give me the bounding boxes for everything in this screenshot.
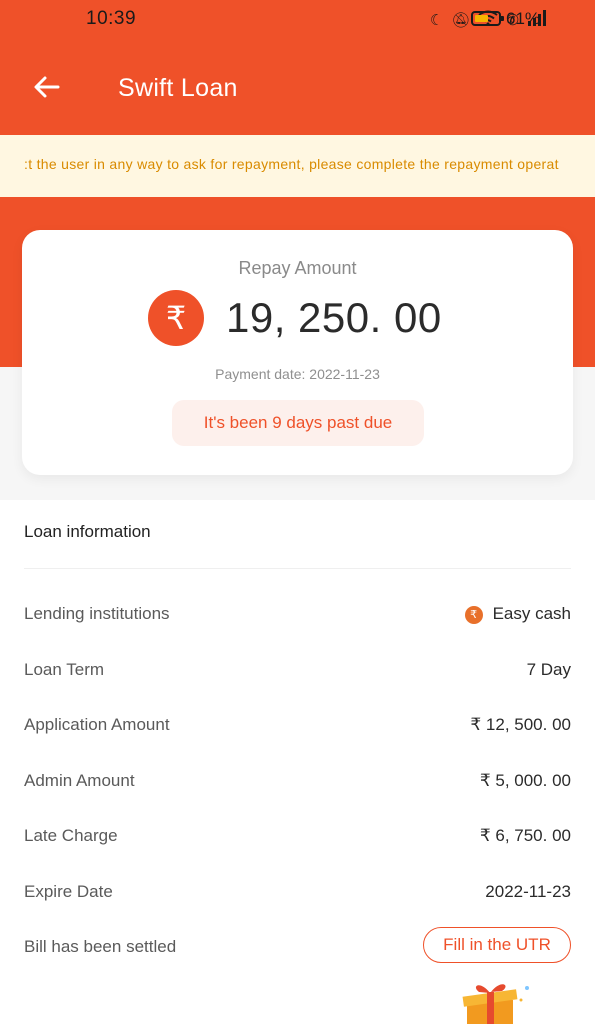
info-row-loan-term: Loan Term 7 Day xyxy=(24,656,571,686)
info-label: Bill has been settled xyxy=(24,937,177,956)
info-value: ₹ 5, 000. 00 xyxy=(479,771,571,790)
repay-card: Repay Amount ₹ 19, 250. 00 Payment date:… xyxy=(22,230,573,475)
payment-date: Payment date: 2022-11-23 xyxy=(215,366,380,382)
info-value: 7 Day xyxy=(526,660,571,679)
divider xyxy=(24,568,571,569)
info-value: ₹ 6, 750. 00 xyxy=(479,826,571,845)
back-button[interactable] xyxy=(30,70,64,104)
info-value: ₹ Easy cash xyxy=(464,604,571,624)
fill-utr-button[interactable]: Fill in the UTR xyxy=(423,927,571,963)
info-label: Lending institutions xyxy=(24,604,170,623)
mute-icon: 🔕︎ xyxy=(451,11,471,29)
notice-text: :t the user in any way to ask for repaym… xyxy=(24,156,559,172)
info-label: Late Charge xyxy=(24,826,118,845)
repay-amount: 19, 250. 00 xyxy=(226,294,442,341)
info-row-expire-date: Expire Date 2022-11-23 xyxy=(24,878,571,908)
info-row-application-amount: Application Amount ₹ 12, 500. 00 xyxy=(24,711,571,741)
battery-fill xyxy=(475,15,488,22)
lender-name: Easy cash xyxy=(492,604,571,623)
gift-icon[interactable] xyxy=(455,980,539,1024)
info-value: 2022-11-23 xyxy=(485,882,571,901)
moon-icon: ☾ xyxy=(429,11,444,29)
battery-icon xyxy=(471,11,504,26)
info-label: Application Amount xyxy=(24,715,170,734)
info-value: ₹ 12, 500. 00 xyxy=(470,715,571,734)
app-header: Swift Loan xyxy=(0,40,595,135)
lender-logo-icon: ₹ xyxy=(464,606,483,624)
loan-information-title: Loan information xyxy=(24,522,151,541)
info-row-late-charge: Late Charge ₹ 6, 750. 00 xyxy=(24,822,571,852)
status-time: 10:39 xyxy=(86,8,137,29)
overdue-badge: It's been 9 days past due xyxy=(172,400,424,446)
arrow-left-icon xyxy=(34,76,60,98)
info-label: Admin Amount xyxy=(24,771,135,790)
status-bar: 10:39 ☾ 🔕︎ ✆ 61% xyxy=(0,0,595,40)
info-row-lending-institution: Lending institutions ₹ Easy cash xyxy=(24,600,571,630)
page-title: Swift Loan xyxy=(118,74,238,102)
repay-amount-label: Repay Amount xyxy=(238,258,357,278)
info-row-bill-settled: Bill has been settled Fill in the UTR xyxy=(24,927,571,963)
info-label: Loan Term xyxy=(24,660,105,679)
notice-banner: :t the user in any way to ask for repaym… xyxy=(0,135,595,197)
info-row-admin-amount: Admin Amount ₹ 5, 000. 00 xyxy=(24,767,571,797)
info-label: Expire Date xyxy=(24,882,113,901)
rupee-icon: ₹ xyxy=(148,290,204,346)
battery-percent: 61% xyxy=(506,9,541,28)
